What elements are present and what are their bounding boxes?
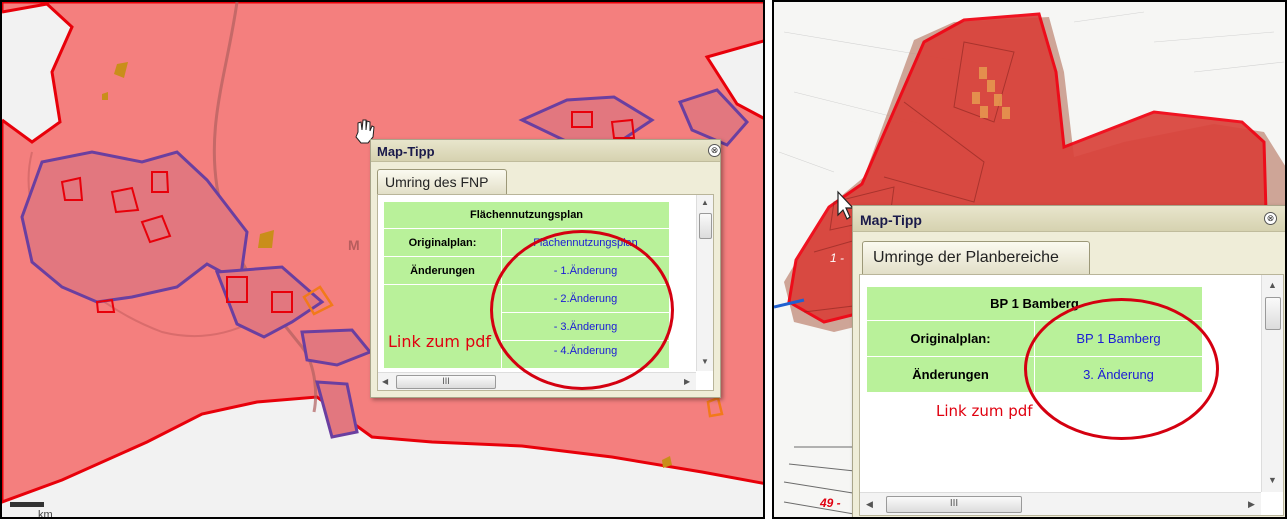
scrollbar-thumb[interactable]: III xyxy=(886,496,1022,513)
scroll-up-icon[interactable]: ▲ xyxy=(1268,280,1277,290)
left-map-panel[interactable]: km M Map-Tipp ⊗ Umring des FNP Flächennu… xyxy=(0,0,765,519)
vertical-scrollbar[interactable]: ▲ ▼ xyxy=(696,195,713,371)
scroll-down-icon[interactable]: ▼ xyxy=(701,357,709,366)
scale-label: km xyxy=(38,509,53,519)
empty-cell xyxy=(383,284,502,369)
table-header: Flächennutzungsplan xyxy=(383,201,670,229)
annotation-link-pdf: Link zum pdf xyxy=(936,402,1033,420)
popup-title: Map-Tipp xyxy=(853,206,1285,232)
annotation-link-pdf: Link zum pdf xyxy=(388,332,492,351)
original-label: Originalplan: xyxy=(383,228,502,257)
vertical-scrollbar[interactable]: ▲ ▼ xyxy=(1261,275,1283,492)
scroll-up-icon[interactable]: ▲ xyxy=(701,198,709,207)
scroll-left-icon[interactable]: ◀ xyxy=(382,377,388,386)
scrollbar-thumb[interactable]: III xyxy=(396,375,496,389)
changes-label: Änderungen xyxy=(866,356,1035,393)
scrollbar-thumb[interactable] xyxy=(1265,297,1281,330)
map-label-1: 1 - xyxy=(830,251,844,265)
horizontal-scrollbar[interactable]: ◀ III ▶ xyxy=(860,492,1261,515)
close-icon[interactable]: ⊗ xyxy=(1264,212,1277,225)
changes-label: Änderungen xyxy=(383,256,502,285)
scroll-right-icon[interactable]: ▶ xyxy=(1248,499,1255,510)
tab-umringe-planbereiche[interactable]: Umringe der Planbereiche xyxy=(862,241,1090,274)
original-label: Originalplan: xyxy=(866,320,1035,357)
highlight-circle xyxy=(1024,298,1219,440)
popup-title: Map-Tipp xyxy=(371,140,720,162)
highlight-circle xyxy=(490,230,674,390)
scroll-down-icon[interactable]: ▼ xyxy=(1268,475,1277,485)
scroll-left-icon[interactable]: ◀ xyxy=(866,499,873,510)
close-icon[interactable]: ⊗ xyxy=(708,144,721,157)
scroll-right-icon[interactable]: ▶ xyxy=(684,377,690,386)
scrollbar-thumb[interactable] xyxy=(699,213,712,239)
right-map-panel[interactable]: 1 - 49 - Map-Tipp ⊗ Umringe der Planbere… xyxy=(772,0,1287,519)
tab-umring-fnp[interactable]: Umring des FNP xyxy=(377,169,507,194)
map-label-49: 49 - xyxy=(819,496,841,510)
map-place-label: M xyxy=(348,237,360,253)
